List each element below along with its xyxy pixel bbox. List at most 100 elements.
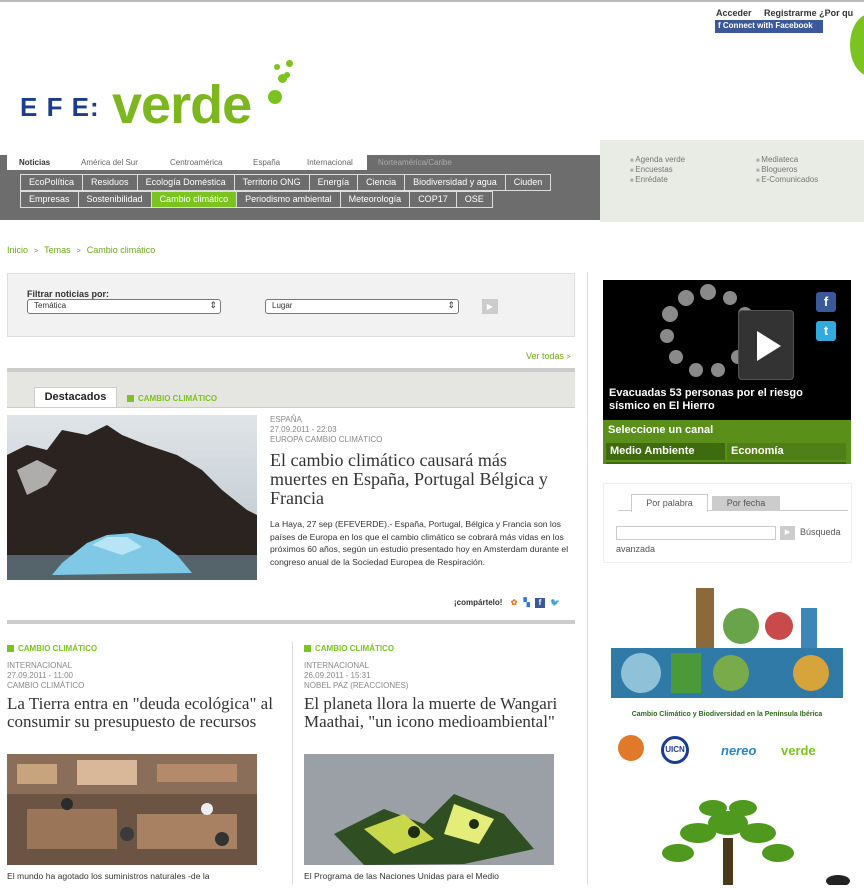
article-section[interactable]: INTERNACIONAL [7, 661, 277, 671]
subnav-cop17[interactable]: COP17 [409, 191, 457, 208]
logo-verde-text: verde [112, 75, 252, 135]
tematica-select[interactable]: Temática [27, 299, 221, 314]
tab-destacados[interactable]: Destacados [34, 387, 117, 407]
link-agenda-verde[interactable]: Agenda verde [630, 155, 685, 164]
facebook-share-icon[interactable]: f [535, 598, 546, 608]
subnav-ciudades[interactable]: Ciuden [504, 174, 552, 191]
subnav-ose[interactable]: OSE [455, 191, 493, 208]
top-border [0, 0, 864, 2]
twitter-share-icon[interactable]: 🐦 [550, 598, 560, 607]
quick-links-panel: Agenda verde Encuestas Enrédate Mediatec… [600, 140, 864, 222]
subnav-periodismo[interactable]: Periodismo ambiental [236, 191, 341, 208]
article-headline[interactable]: La Tierra entra en "deuda ecológica" al … [7, 695, 277, 731]
login-link[interactable]: Acceder [716, 8, 752, 18]
featured-tags[interactable]: EUROPA CAMBIO CLIMÁTICO [270, 435, 570, 445]
subnav-sostenibilidad[interactable]: Sostenibilidad [77, 191, 152, 208]
featured-meta: ESPAÑA 27.09.2011 - 22:03 EUROPA CAMBIO … [270, 415, 570, 445]
article-image-market[interactable] [7, 754, 257, 865]
search-advanced-label[interactable]: Búsqueda [800, 527, 841, 537]
nav-internacional[interactable]: Internacional [307, 158, 353, 167]
featured-section[interactable]: ESPAÑA [270, 415, 570, 425]
nav-norteamerica[interactable]: Norteamérica/Caribe [378, 158, 452, 167]
share-icon[interactable]: ✿ [511, 598, 518, 607]
iberclima-logo [611, 588, 843, 698]
iberclima-banner[interactable]: Cambio Climático y Biodiversidad en la P… [603, 580, 852, 770]
article-category[interactable]: CAMBIO CLIMÁTICO [304, 644, 394, 653]
subnav-cambio-climatico[interactable]: Cambio climático [150, 191, 238, 208]
article-date: 26.09.2011 - 15:31 [304, 671, 371, 680]
link-encuestas[interactable]: Encuestas [630, 165, 672, 174]
facebook-icon[interactable]: f [816, 292, 836, 312]
breadcrumb-temas[interactable]: Temas [44, 245, 71, 255]
filter-go-button[interactable]: ▶ [482, 299, 498, 314]
sidebar-divider [587, 272, 588, 885]
article-image-fabric[interactable] [304, 754, 554, 865]
facebook-connect-button[interactable]: f Connect with Facebook [715, 20, 823, 33]
link-ecomunicados[interactable]: E-Comunicados [756, 175, 818, 184]
article-section[interactable]: INTERNACIONAL [304, 661, 574, 671]
nav-centroamerica[interactable]: Centroamérica [170, 158, 222, 167]
subnav-ecologia-domestica[interactable]: Ecología Doméstica [136, 174, 235, 191]
article-tags[interactable]: NOBEL PAZ (REACCIONES) [304, 681, 574, 691]
tab-cambio-climatico[interactable]: CAMBIO CLIMÁTICO [127, 394, 217, 403]
breadcrumb: Inicio > Temas > Cambio climático [7, 245, 156, 255]
subnav-row-1: EcoPolítica Residuos Ecología Doméstica … [20, 174, 552, 191]
tree-banner[interactable] [603, 783, 852, 887]
delicious-icon[interactable]: ▚ [524, 598, 530, 607]
link-mediateca[interactable]: Mediateca [756, 155, 798, 164]
filter-label: Filtrar noticias por: [27, 289, 110, 299]
search-input[interactable] [616, 526, 776, 540]
logo-bubble [286, 60, 293, 67]
featured-image[interactable] [7, 415, 257, 580]
iberclima-caption: Cambio Climático y Biodiversidad en la P… [631, 711, 823, 718]
search-advanced-link[interactable]: avanzada [616, 544, 655, 554]
nav-espana[interactable]: España [253, 158, 280, 167]
subnav-biodiversidad[interactable]: Biodiversidad y agua [404, 174, 506, 191]
nereo-logo: nereo [721, 743, 757, 758]
breadcrumb-current[interactable]: Cambio climático [87, 245, 156, 255]
fundacion-logo-icon [618, 735, 644, 761]
search-go-button[interactable]: ▶ [780, 526, 795, 540]
play-button[interactable] [738, 310, 794, 380]
featured-headline[interactable]: El cambio climático causará más muertes … [270, 451, 565, 508]
subnav-empresas[interactable]: Empresas [20, 191, 79, 208]
channel-economia[interactable]: Economía [727, 443, 846, 460]
article-tags[interactable]: CAMBIO CLIMÁTICO [7, 681, 277, 691]
channel-list-edge [606, 462, 846, 464]
efeverde-logo[interactable]: E F E: verde [20, 60, 300, 140]
column-divider [292, 642, 293, 885]
subnav-energia[interactable]: Energía [308, 174, 359, 191]
logo-bubble [274, 64, 280, 70]
article-category[interactable]: CAMBIO CLIMÁTICO [7, 644, 97, 653]
ver-todas-link[interactable]: Ver todas > [526, 351, 571, 361]
twitter-icon[interactable]: t [816, 321, 836, 341]
nav-america-sur[interactable]: América del Sur [81, 158, 138, 167]
featured-date: 27.09.2011 - 22:03 [270, 425, 337, 434]
tab-por-palabra[interactable]: Por palabra [631, 494, 708, 512]
subnav-territorio-ong[interactable]: Territorio ONG [233, 174, 310, 191]
subnav-residuos[interactable]: Residuos [82, 174, 138, 191]
lugar-select[interactable]: Lugar [265, 299, 459, 314]
share-bar: ¡compártelo! ✿ ▚ f 🐦 [454, 598, 560, 608]
breadcrumb-inicio[interactable]: Inicio [7, 245, 28, 255]
search-panel: Por palabra Por fecha ▶ Búsqueda avanzad… [603, 483, 852, 563]
divider [7, 620, 575, 624]
article-meta: INTERNACIONAL 26.09.2011 - 15:31 NOBEL P… [304, 661, 574, 691]
article-date: 27.09.2011 - 11:00 [7, 671, 73, 680]
link-enredate[interactable]: Enrédate [630, 175, 667, 184]
decorative-circle [850, 14, 864, 76]
subnav-meteorologia[interactable]: Meteorología [339, 191, 411, 208]
link-blogueros[interactable]: Blogueros [756, 165, 797, 174]
tab-por-fecha[interactable]: Por fecha [712, 496, 780, 510]
video-title[interactable]: Evacuadas 53 personas por el riesgo sísm… [609, 387, 839, 413]
nav-noticias[interactable]: Noticias [19, 158, 50, 167]
register-link[interactable]: Registrarme ¿Por qu [764, 8, 853, 18]
efeverde-small-logo: verde [781, 743, 816, 758]
share-label: ¡compártelo! [454, 598, 503, 607]
subnav-ecopolitica[interactable]: EcoPolítica [20, 174, 84, 191]
featured-body: La Haya, 27 sep (EFEVERDE).- España, Por… [270, 519, 569, 567]
subnav-ciencia[interactable]: Ciencia [357, 174, 406, 191]
channel-medio-ambiente[interactable]: Medio Ambiente [606, 443, 725, 460]
article-meta: INTERNACIONAL 27.09.2011 - 11:00 CAMBIO … [7, 661, 277, 691]
article-headline[interactable]: El planeta llora la muerte de Wangari Ma… [304, 695, 566, 731]
